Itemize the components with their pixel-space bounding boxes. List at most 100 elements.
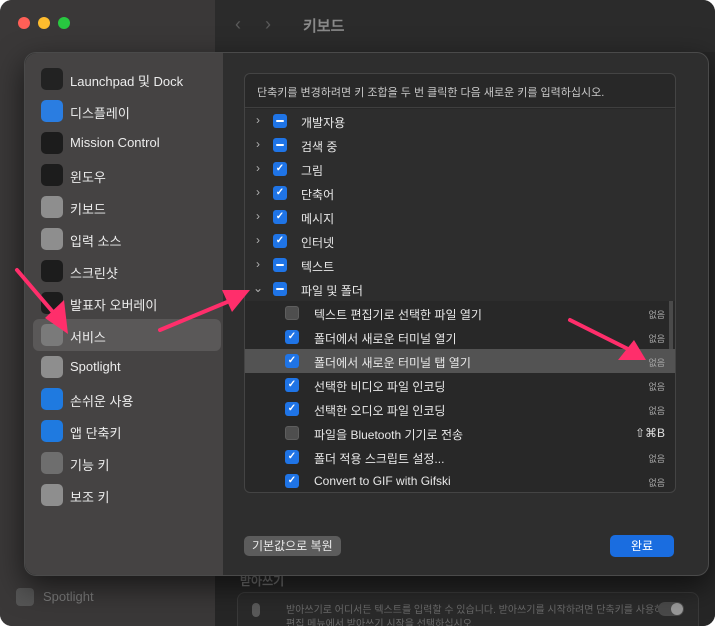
chevron-right-icon[interactable]: ›	[253, 137, 263, 151]
dictation-description: 받아쓰기로 어디서든 텍스트를 입력할 수 있습니다. 받아쓰기를 시작하려면 …	[286, 605, 682, 616]
close-window-button[interactable]	[18, 17, 30, 29]
zoom-window-button[interactable]	[58, 17, 70, 29]
service-group-row[interactable]: › ✓ 그림	[245, 157, 675, 181]
service-checkbox[interactable]	[273, 282, 287, 296]
sidebar-item-label: 앱 단축키	[70, 426, 122, 441]
service-row[interactable]: 파일을 Bluetooth 기기로 전송 ⇧⌘B	[245, 421, 675, 445]
chevron-right-icon[interactable]: ›	[253, 185, 263, 199]
service-checkbox[interactable]	[273, 258, 287, 272]
restore-defaults-button[interactable]: 기본값으로 복원	[244, 536, 341, 556]
sidebar-item-3[interactable]: 윈도우	[33, 159, 221, 191]
sidebar-item-label: 보조 키	[70, 490, 110, 505]
window-title: 키보드	[303, 18, 345, 35]
chevron-right-icon[interactable]: ›	[253, 161, 263, 175]
sidebar-item-label: 입력 소스	[70, 234, 122, 249]
service-checkbox[interactable]	[285, 306, 299, 320]
service-row[interactable]: ✓ 폴더에서 새로운 터미널 열기 없음	[245, 325, 675, 349]
sidebar-item-5[interactable]: 입력 소스	[33, 223, 221, 255]
service-checkbox[interactable]: ✓	[273, 162, 287, 176]
display-icon	[41, 100, 63, 122]
minimize-window-button[interactable]	[38, 17, 50, 29]
sidebar-item-8[interactable]: 서비스	[33, 319, 221, 351]
dictation-toggle[interactable]	[658, 602, 684, 616]
service-checkbox[interactable]	[273, 114, 287, 128]
sidebar-item-label: Launchpad 및 Dock	[70, 74, 184, 89]
sidebar-item-12[interactable]: 기능 키	[33, 447, 221, 479]
shortcut-key[interactable]: 없음	[648, 476, 665, 489]
service-checkbox[interactable]: ✓	[285, 450, 299, 464]
service-row[interactable]: ✓ Convert to GIF with Gifski 없음	[245, 469, 675, 492]
service-checkbox[interactable]: ✓	[285, 402, 299, 416]
chevron-right-icon[interactable]: ›	[253, 209, 263, 223]
sidebar-item-label: Spotlight	[70, 359, 121, 374]
sidebar-item-spotlight[interactable]: Spotlight	[43, 589, 94, 604]
service-label: 선택한 오디오 파일 인코딩	[314, 404, 446, 418]
shortcut-key[interactable]: 없음	[648, 356, 665, 369]
service-checkbox[interactable]: ✓	[273, 234, 287, 248]
service-group-row[interactable]: › 검색 중	[245, 133, 675, 157]
shortcut-key[interactable]: 없음	[648, 404, 665, 417]
sidebar-item-10[interactable]: 손쉬운 사용	[33, 383, 221, 415]
service-label: 파일을 Bluetooth 기기로 전송	[314, 428, 464, 442]
chevron-right-icon[interactable]: ›	[253, 233, 263, 247]
service-checkbox[interactable]: ✓	[273, 210, 287, 224]
service-group-row[interactable]: › 텍스트	[245, 253, 675, 277]
shortcut-key[interactable]: 없음	[648, 452, 665, 465]
service-group-row[interactable]: › 개발자용	[245, 109, 675, 133]
sidebar-item-0[interactable]: Launchpad 및 Dock	[33, 63, 221, 95]
service-row[interactable]: ✓ 폴더 적용 스크립트 설정... 없음	[245, 445, 675, 469]
sidebar-item-1[interactable]: 디스플레이	[33, 95, 221, 127]
instruction-text: 단축키를 변경하려면 키 조합을 두 번 클릭한 다음 새로운 키를 입력하십시…	[257, 87, 605, 99]
sidebar-item-label: 윈도우	[70, 170, 106, 185]
chevron-right-icon[interactable]: ›	[253, 257, 263, 271]
service-checkbox[interactable]: ✓	[273, 186, 287, 200]
chevron-down-icon[interactable]: ⌄	[253, 281, 263, 295]
service-checkbox[interactable]: ✓	[285, 474, 299, 488]
service-checkbox[interactable]	[273, 138, 287, 152]
service-row[interactable]: ✓ 선택한 비디오 파일 인코딩 없음	[245, 373, 675, 397]
service-row[interactable]: 텍스트 편집기로 선택한 파일 열기 없음	[245, 301, 675, 325]
service-label: Convert to GIF with Gifski	[314, 474, 451, 488]
service-label: 텍스트 편집기로 선택한 파일 열기	[314, 308, 482, 322]
sidebar-item-11[interactable]: 앱 단축키	[33, 415, 221, 447]
forward-chevron-icon[interactable]: ›	[265, 14, 271, 35]
sidebar-item-7[interactable]: 발표자 오버레이	[33, 287, 221, 319]
service-label: 폴더 적용 스크립트 설정...	[314, 452, 445, 466]
shortcut-key[interactable]: 없음	[648, 308, 665, 321]
keyboard-shortcuts-dialog: Launchpad 및 Dock 디스플레이 Mission Control 윈도우키…	[24, 52, 709, 576]
sidebar-item-6[interactable]: 스크린샷	[33, 255, 221, 287]
service-checkbox[interactable]: ✓	[285, 354, 299, 368]
service-group-row[interactable]: › ✓ 메시지	[245, 205, 675, 229]
back-chevron-icon[interactable]: ‹	[235, 14, 241, 35]
microphone-icon	[252, 603, 260, 617]
service-checkbox[interactable]	[285, 426, 299, 440]
sidebar-item-label: Mission Control	[70, 135, 160, 150]
service-row[interactable]: ✓ 선택한 오디오 파일 인코딩 없음	[245, 397, 675, 421]
sidebar-item-label: 서비스	[70, 330, 106, 345]
service-label: 폴더에서 새로운 터미널 열기	[314, 332, 457, 346]
fn-key-icon	[41, 452, 63, 474]
services-icon	[41, 324, 63, 346]
chevron-right-icon[interactable]: ›	[253, 113, 263, 127]
modifier-key-icon	[41, 484, 63, 506]
service-label: 검색 중	[301, 140, 338, 154]
service-group-row[interactable]: ⌄ 파일 및 폴더	[245, 277, 675, 301]
dictation-box: 받아쓰기로 어디서든 텍스트를 입력할 수 있습니다. 받아쓰기를 시작하려면 …	[237, 592, 699, 626]
sidebar-item-4[interactable]: 키보드	[33, 191, 221, 223]
shortcut-key[interactable]: 없음	[648, 332, 665, 345]
sidebar-item-9[interactable]: Spotlight	[33, 351, 221, 383]
shortcut-key[interactable]: ⇧⌘B	[635, 426, 665, 440]
shortcut-key[interactable]: 없음	[648, 380, 665, 393]
mission-control-icon	[41, 132, 63, 154]
sidebar-item-13[interactable]: 보조 키	[33, 479, 221, 511]
done-button[interactable]: 완료	[610, 535, 674, 557]
services-list-panel: 단축키를 변경하려면 키 조합을 두 번 클릭한 다음 새로운 키를 입력하십시…	[244, 73, 676, 493]
service-label: 메시지	[301, 212, 335, 226]
sidebar-item-2[interactable]: Mission Control	[33, 127, 221, 159]
sidebar-item-label: 키보드	[70, 202, 106, 217]
service-checkbox[interactable]: ✓	[285, 330, 299, 344]
service-group-row[interactable]: › ✓ 단축어	[245, 181, 675, 205]
service-checkbox[interactable]: ✓	[285, 378, 299, 392]
service-group-row[interactable]: › ✓ 인터넷	[245, 229, 675, 253]
service-row[interactable]: ✓ 폴더에서 새로운 터미널 탭 열기 없음	[245, 349, 675, 373]
